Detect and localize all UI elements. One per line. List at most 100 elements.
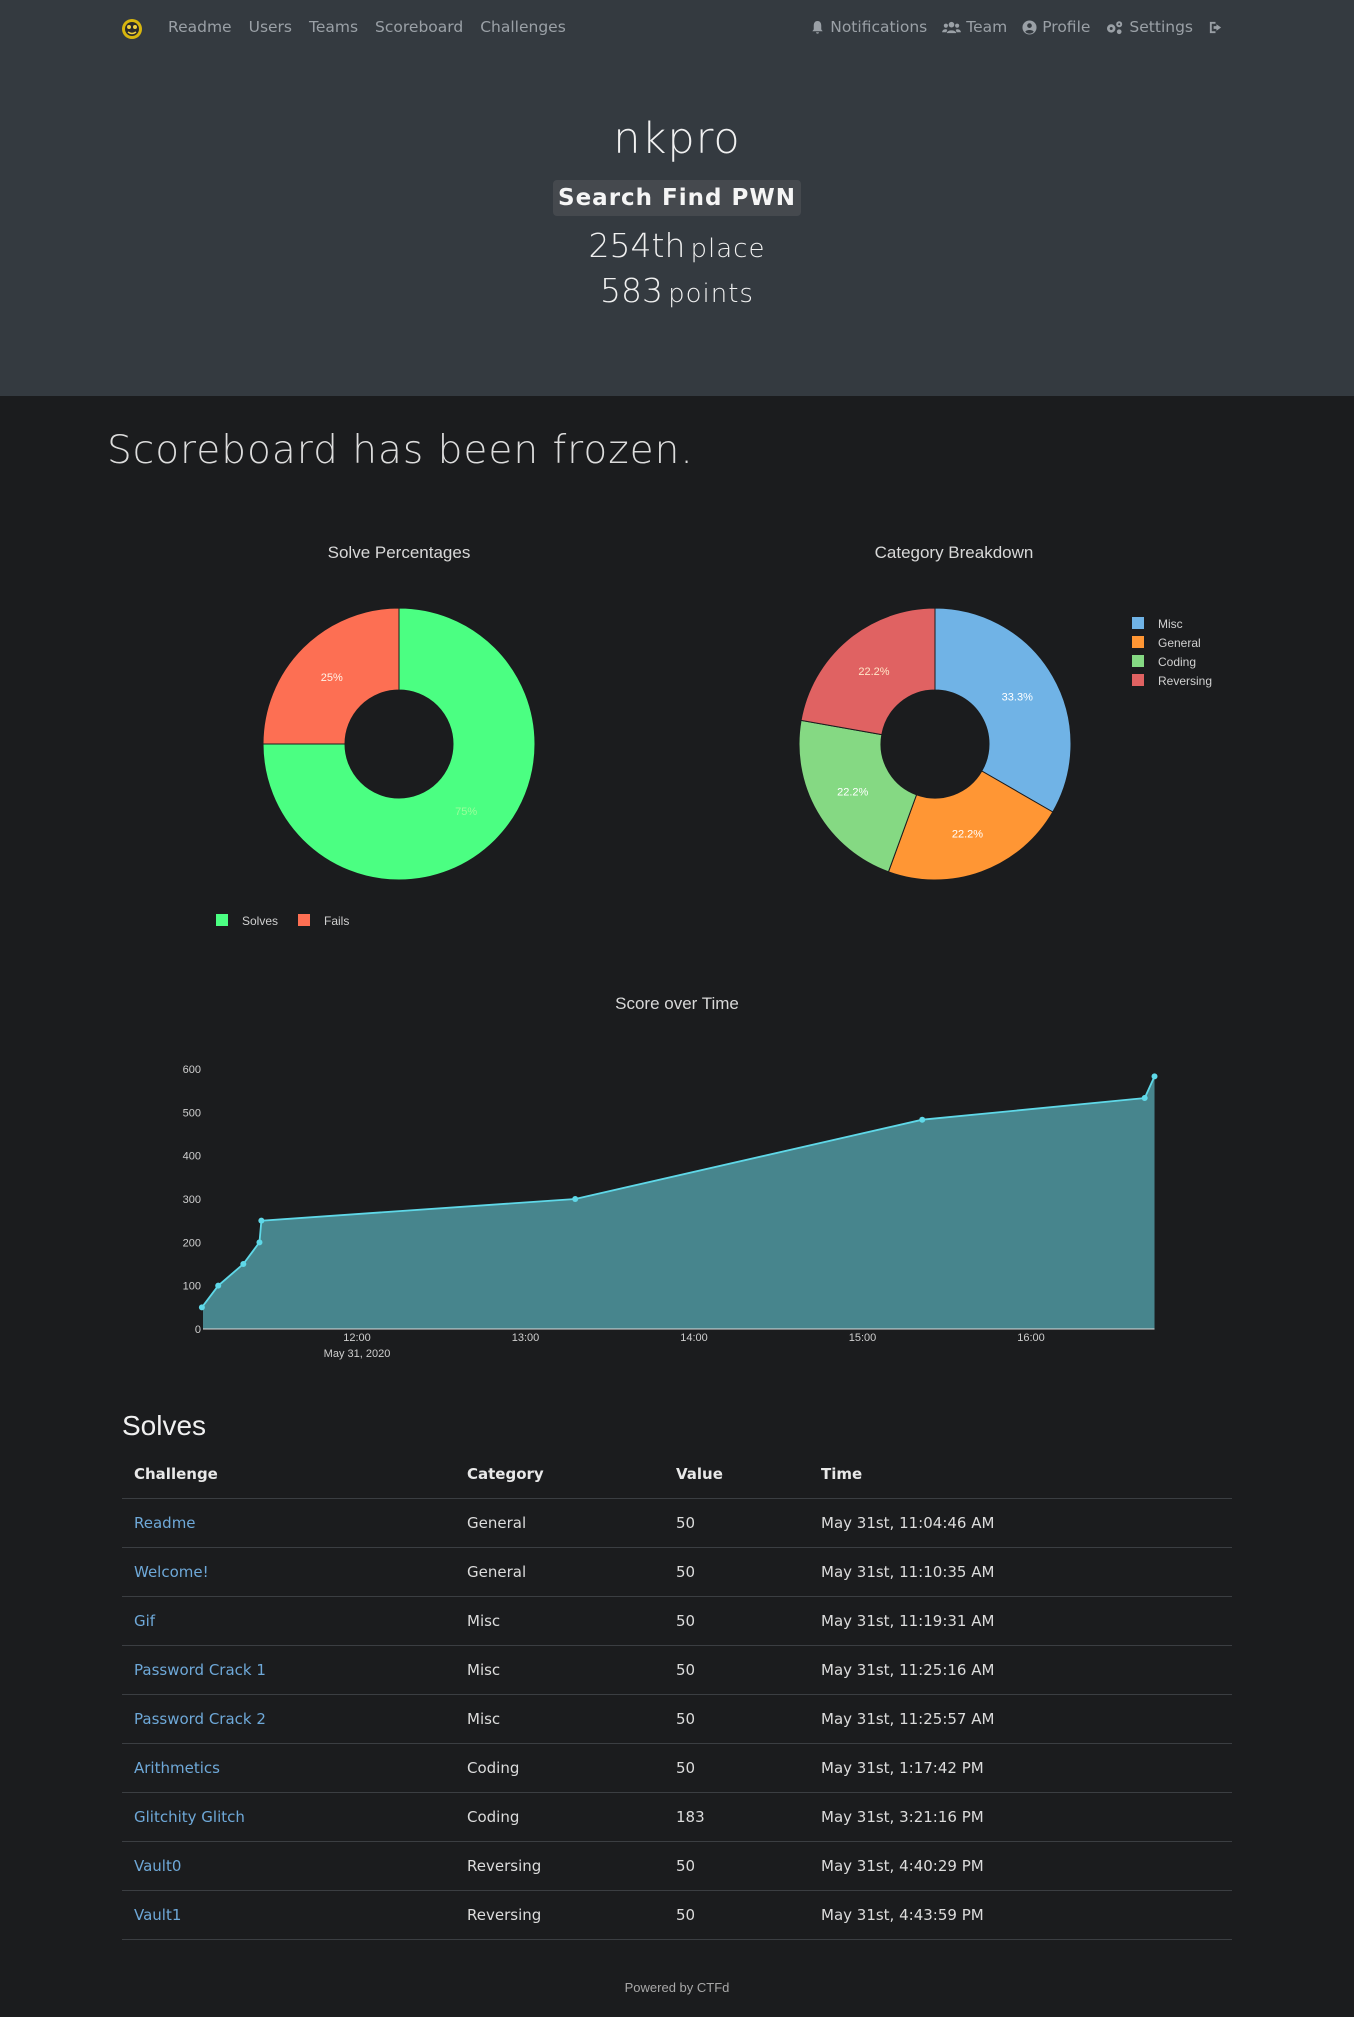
challenge-link[interactable]: Glitchity Glitch bbox=[134, 1808, 245, 1826]
cell-challenge: Vault0 bbox=[122, 1841, 455, 1891]
cell-value: 50 bbox=[664, 1743, 809, 1793]
cell-time: May 31st, 4:43:59 PM bbox=[809, 1890, 1232, 1940]
col-header-category: Category bbox=[455, 1450, 664, 1499]
score-point[interactable] bbox=[258, 1217, 265, 1224]
table-row: Vault0 Reversing 50 May 31st, 4:40:29 PM bbox=[122, 1841, 1232, 1891]
cell-time: May 31st, 11:19:31 AM bbox=[809, 1596, 1232, 1646]
cell-category: Misc bbox=[455, 1645, 664, 1695]
challenge-link[interactable]: Readme bbox=[134, 1514, 196, 1532]
y-tick-label: 300 bbox=[183, 1194, 201, 1206]
legend-swatch-reversing[interactable] bbox=[1132, 674, 1144, 686]
y-tick-label: 400 bbox=[183, 1151, 201, 1163]
challenge-link[interactable]: Welcome! bbox=[134, 1563, 209, 1581]
cell-category: General bbox=[455, 1547, 664, 1597]
powered-by-link[interactable]: Powered by CTFd bbox=[625, 1980, 730, 1995]
col-header-time: Time bbox=[809, 1450, 1232, 1499]
score-area-fill bbox=[201, 1076, 1155, 1329]
cell-time: May 31st, 11:10:35 AM bbox=[809, 1547, 1232, 1597]
cell-category: Reversing bbox=[455, 1890, 664, 1940]
pie1-label-solves: 75% bbox=[455, 806, 477, 818]
pie2-label-misc: 33.3% bbox=[1002, 692, 1033, 704]
score-over-time-title: Score over Time bbox=[615, 994, 739, 1013]
challenge-link[interactable]: Password Crack 1 bbox=[134, 1661, 266, 1679]
legend-label-solves: Solves bbox=[242, 914, 278, 928]
x-tick-label: 16:00 bbox=[1017, 1332, 1045, 1344]
pie1-label-fails: 25% bbox=[321, 672, 343, 684]
legend-swatch-fails[interactable] bbox=[298, 914, 310, 926]
cell-time: May 31st, 1:17:42 PM bbox=[809, 1743, 1232, 1793]
x-tick-label: 15:00 bbox=[849, 1332, 877, 1344]
cell-challenge: Password Crack 1 bbox=[122, 1645, 455, 1695]
score-point[interactable] bbox=[240, 1261, 247, 1267]
cell-category: General bbox=[455, 1498, 664, 1548]
solves-heading: Solves bbox=[122, 1410, 207, 1441]
challenge-link[interactable]: Gif bbox=[134, 1612, 155, 1630]
cell-challenge: Welcome! bbox=[122, 1547, 455, 1597]
challenge-link[interactable]: Arithmetics bbox=[134, 1759, 220, 1777]
score-point[interactable] bbox=[198, 1304, 205, 1311]
cell-challenge: Readme bbox=[122, 1498, 455, 1548]
table-row: Glitchity Glitch Coding 183 May 31st, 3:21:… bbox=[122, 1792, 1232, 1842]
pie2-label-reversing: 22.2% bbox=[858, 666, 889, 678]
score-point[interactable] bbox=[919, 1116, 926, 1123]
score-point[interactable] bbox=[1151, 1073, 1158, 1080]
cell-challenge: Arithmetics bbox=[122, 1743, 455, 1793]
table-row: Readme General 50 May 31st, 11:04:46 AM bbox=[122, 1498, 1232, 1548]
cell-category: Coding bbox=[455, 1792, 664, 1842]
cell-challenge: Gif bbox=[122, 1596, 455, 1646]
cell-category: Coding bbox=[455, 1743, 664, 1793]
legend-label-reversing: Reversing bbox=[1158, 674, 1212, 688]
table-row: Password Crack 1 Misc 50 May 31st, 11:25:16… bbox=[122, 1645, 1232, 1695]
pie2-label-coding: 22.2% bbox=[837, 787, 868, 799]
cell-category: Misc bbox=[455, 1694, 664, 1744]
x-tick-label: 13:00 bbox=[512, 1332, 540, 1344]
legend-swatch-coding[interactable] bbox=[1132, 655, 1144, 667]
legend-label-general: General bbox=[1158, 636, 1201, 650]
table-row: Vault1 Reversing 50 May 31st, 4:43:59 PM bbox=[122, 1890, 1232, 1940]
category-breakdown-title: Category Breakdown bbox=[875, 543, 1034, 562]
cell-value: 50 bbox=[664, 1596, 809, 1646]
challenge-link[interactable]: Vault1 bbox=[134, 1906, 181, 1924]
solve-percentages-title: Solve Percentages bbox=[328, 543, 471, 562]
table-row: Password Crack 2 Misc 50 May 31st, 11:25:57… bbox=[122, 1694, 1232, 1744]
x-tick-label: 14:00 bbox=[680, 1332, 708, 1344]
cell-time: May 31st, 11:25:16 AM bbox=[809, 1645, 1232, 1695]
cell-challenge: Password Crack 2 bbox=[122, 1694, 455, 1744]
legend-label-fails: Fails bbox=[324, 914, 349, 928]
cell-challenge: Vault1 bbox=[122, 1890, 455, 1940]
challenge-link[interactable]: Vault0 bbox=[134, 1857, 181, 1875]
y-tick-label: 100 bbox=[183, 1281, 201, 1293]
legend-swatch-solves[interactable] bbox=[216, 914, 228, 926]
cell-challenge: Glitchity Glitch bbox=[122, 1792, 455, 1842]
table-row: Welcome! General 50 May 31st, 11:10:35 AM bbox=[122, 1547, 1232, 1597]
cell-value: 50 bbox=[664, 1890, 809, 1940]
legend-label-coding: Coding bbox=[1158, 655, 1196, 669]
charts-area: Solve Percentages 75% 25% Solves Fails Catego… bbox=[183, 543, 1212, 1360]
col-header-challenge: Challenge bbox=[122, 1450, 455, 1499]
y-tick-label: 600 bbox=[183, 1064, 201, 1076]
score-point[interactable] bbox=[572, 1196, 579, 1202]
cell-value: 50 bbox=[664, 1645, 809, 1695]
pie2-label-general: 22.2% bbox=[952, 828, 983, 840]
cell-time: May 31st, 4:40:29 PM bbox=[809, 1841, 1232, 1891]
score-point[interactable] bbox=[1141, 1095, 1148, 1102]
legend-swatch-misc[interactable] bbox=[1132, 617, 1144, 629]
pie2-slice-misc[interactable] bbox=[934, 607, 1072, 813]
cell-time: May 31st, 11:25:57 AM bbox=[809, 1694, 1232, 1744]
x-tick-date-label: May 31, 2020 bbox=[324, 1348, 391, 1360]
cell-time: May 31st, 3:21:16 PM bbox=[809, 1792, 1232, 1842]
table-row: Arithmetics Coding 50 May 31st, 1:17:42 PM bbox=[122, 1743, 1232, 1793]
challenge-link[interactable]: Password Crack 2 bbox=[134, 1710, 266, 1728]
x-tick-label: 12:00 bbox=[343, 1332, 371, 1344]
footer: Powered by CTFd bbox=[0, 1980, 1354, 1995]
legend-swatch-general[interactable] bbox=[1132, 636, 1144, 648]
cell-value: 50 bbox=[664, 1841, 809, 1891]
cell-category: Reversing bbox=[455, 1841, 664, 1891]
score-point[interactable] bbox=[215, 1282, 222, 1289]
cell-value: 50 bbox=[664, 1694, 809, 1744]
cell-value: 50 bbox=[664, 1498, 809, 1548]
y-tick-label: 200 bbox=[183, 1237, 201, 1249]
score-point[interactable] bbox=[256, 1239, 263, 1246]
cell-value: 50 bbox=[664, 1547, 809, 1597]
col-header-value: Value bbox=[664, 1450, 809, 1499]
